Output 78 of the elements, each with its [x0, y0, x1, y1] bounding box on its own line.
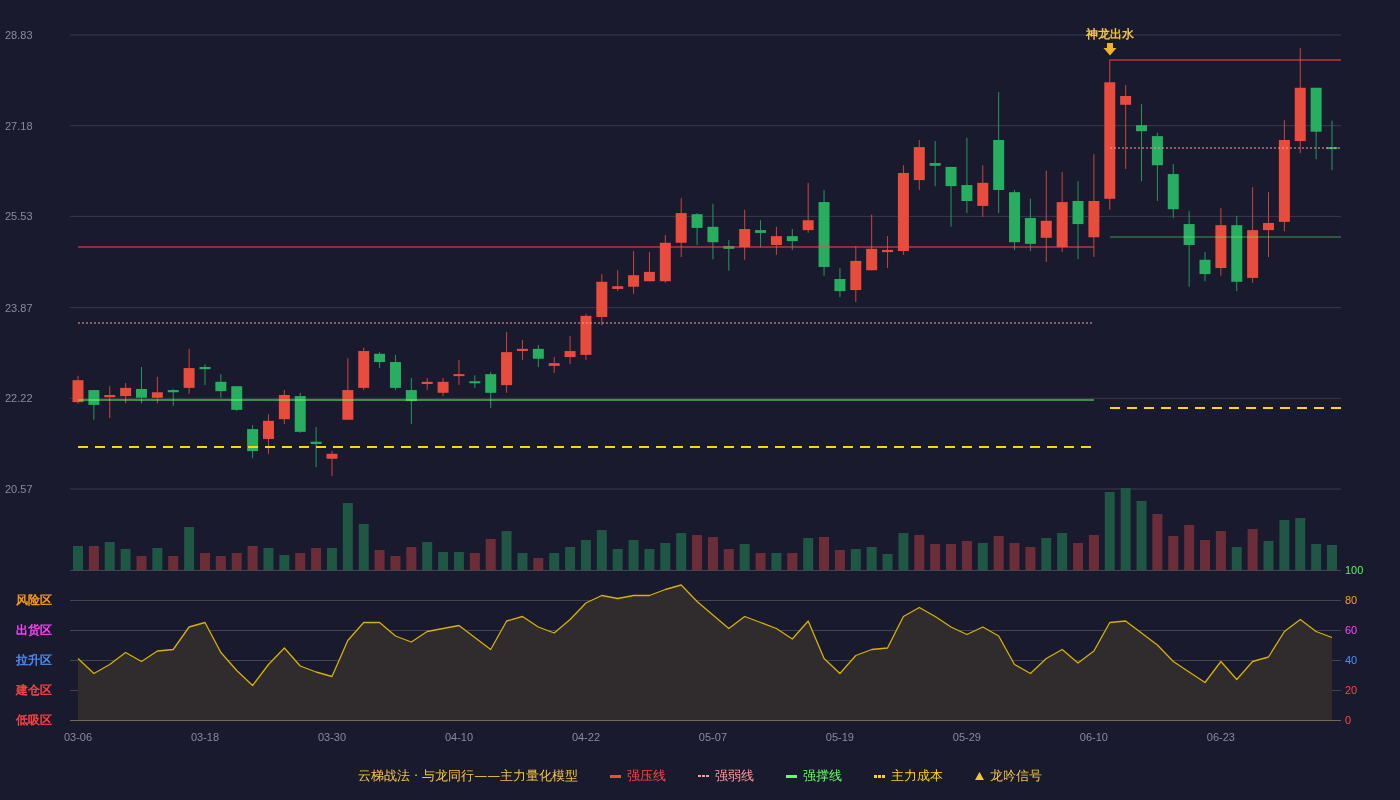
candlestick [1072, 180, 1084, 260]
candlestick [151, 376, 163, 404]
candlestick [1183, 210, 1195, 288]
candlestick [1120, 84, 1132, 170]
candlestick [72, 375, 84, 405]
candlestick [866, 214, 878, 271]
price-axis-label: 23.87 [5, 301, 33, 314]
candlestick [326, 450, 338, 477]
candlestick [310, 426, 322, 468]
candlestick [929, 140, 941, 187]
date-axis-label: 05-07 [698, 731, 727, 743]
date-axis-label: 06-23 [1206, 731, 1235, 743]
candlestick [183, 348, 195, 395]
legend-label: 主力成本 [891, 767, 944, 785]
indicator-axis-label: 0 [1345, 714, 1352, 726]
date-axis-label: 03-06 [63, 731, 93, 743]
candlestick [247, 424, 259, 459]
candlestick [262, 413, 274, 455]
zone-label: 出货区 [16, 623, 52, 637]
candlestick [1263, 191, 1275, 258]
candlestick [977, 164, 989, 218]
indicator-axis-label: 60 [1345, 624, 1358, 636]
date-axis-label: 04-22 [571, 731, 600, 743]
candlestick [770, 226, 782, 256]
candlestick [104, 385, 116, 419]
price-axis-label: 28.83 [5, 29, 33, 41]
candlestick [961, 137, 973, 214]
candlestick [215, 373, 227, 399]
indicator-axis-label: 100 [1345, 564, 1364, 576]
zone-label: 建仓区 [16, 683, 52, 697]
candlestick [691, 212, 703, 246]
date-axis-label: 04-10 [444, 731, 474, 743]
down-arrow-icon [1103, 43, 1117, 56]
candlestick [786, 228, 798, 251]
candlestick [707, 203, 719, 260]
zone-label: 拉升区 [16, 653, 52, 667]
date-axis-label: 05-19 [825, 731, 854, 743]
zone-label: 低吸区 [16, 713, 52, 727]
candlestick [1199, 251, 1211, 282]
candlestick [231, 385, 243, 412]
legend-label: 强弱线 [715, 767, 755, 785]
candlestick [532, 344, 544, 368]
candlestick [739, 209, 751, 261]
zone-label: 风险区 [16, 593, 52, 607]
price-axis-label: 27.18 [5, 119, 33, 132]
candlestick [120, 382, 132, 404]
candlestick [516, 339, 528, 361]
candlestick [485, 371, 497, 409]
candlestick [437, 377, 449, 397]
price-axis-label: 25.53 [5, 210, 33, 223]
date-axis-label: 03-18 [190, 731, 220, 743]
indicator-axis-label: 20 [1345, 684, 1358, 696]
indicator-axis-label: 80 [1345, 594, 1358, 606]
price-axis-label: 20.57 [5, 483, 33, 495]
legend-label: 强压线 [627, 767, 667, 785]
candlestick [199, 363, 211, 386]
candlestick [564, 335, 576, 365]
candlestick [643, 251, 655, 282]
candlestick [628, 250, 640, 295]
price-axis-label: 22.22 [5, 392, 33, 405]
candlestick [882, 235, 894, 269]
indicator-axis-label: 40 [1345, 654, 1358, 666]
candlestick [135, 366, 147, 404]
legend-label: 龙吟信号 [990, 767, 1043, 785]
candlestick [802, 182, 814, 234]
signal-label: 神龙出水 [1086, 27, 1134, 41]
date-axis-label: 06-10 [1079, 731, 1108, 743]
candlestick [945, 166, 957, 228]
legend-label: 强撑线 [803, 767, 843, 785]
candlestick [1040, 170, 1052, 263]
candlestick [612, 269, 624, 292]
date-axis-label: 05-29 [952, 731, 981, 743]
legend-title: 云梯战法 · 与龙同行——主力量化模型 [357, 767, 579, 785]
candlestick [755, 219, 767, 248]
candlestick [834, 267, 846, 298]
date-axis-label: 03-30 [317, 731, 347, 743]
candlestick [453, 359, 465, 386]
candlestick [1136, 103, 1148, 182]
